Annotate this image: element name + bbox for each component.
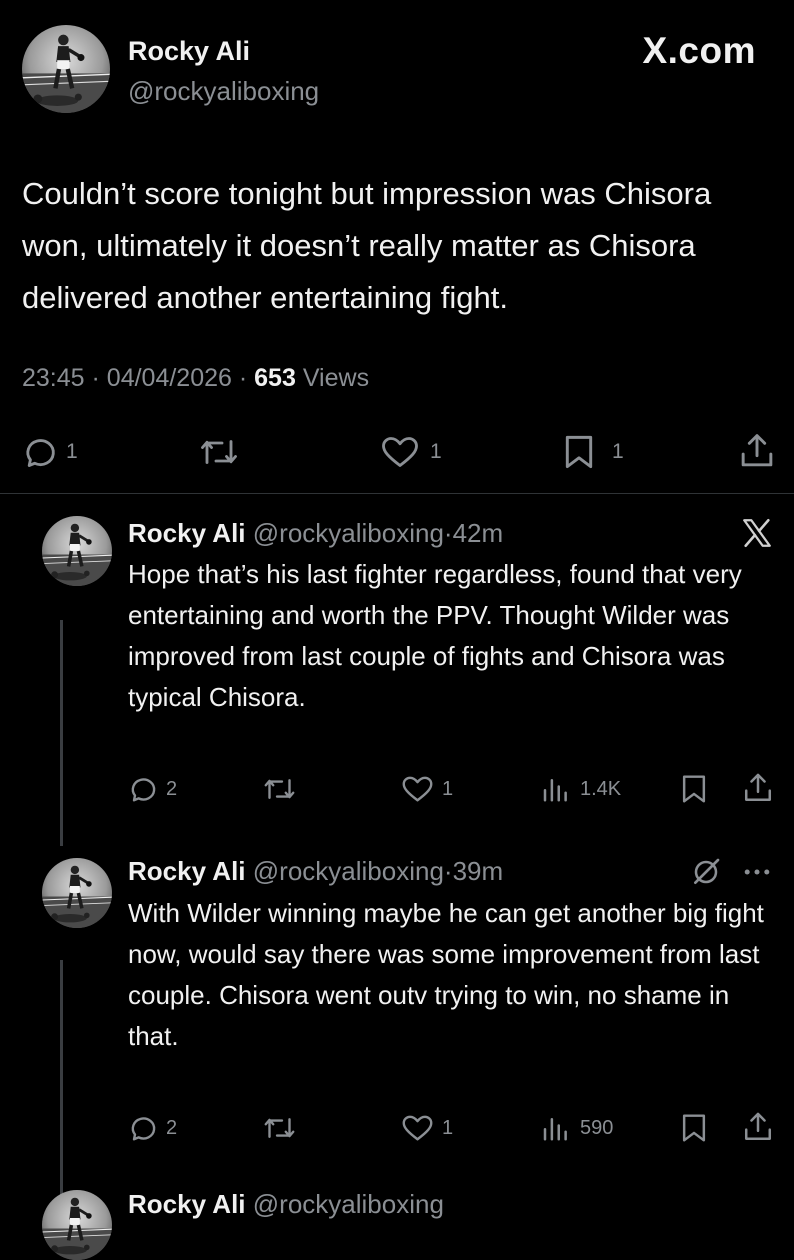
avatar[interactable] bbox=[42, 858, 112, 928]
views-count: 1.4K bbox=[580, 778, 622, 800]
thread-line bbox=[60, 620, 63, 846]
bookmark-icon bbox=[565, 435, 593, 469]
views-icon bbox=[543, 779, 567, 802]
bookmark-icon bbox=[682, 775, 706, 803]
tweet-date[interactable]: 04/04/2026 bbox=[107, 364, 232, 392]
divider bbox=[0, 493, 794, 494]
meta-separator: · bbox=[238, 364, 248, 392]
tweet-meta: 23:45 · 04/04/2026 · 653 Views bbox=[22, 364, 369, 393]
author-name[interactable]: Rocky Ali bbox=[128, 518, 246, 548]
reply-text: Hope that’s his last fighter regardless,… bbox=[128, 559, 742, 712]
x-logo-icon bbox=[743, 518, 771, 548]
repost-button[interactable] bbox=[262, 774, 297, 804]
reply-header: Rocky Ali @rockyaliboxing bbox=[128, 1189, 444, 1220]
share-icon bbox=[741, 434, 773, 467]
like-icon bbox=[382, 437, 418, 467]
header-separator: · bbox=[443, 856, 453, 886]
bookmark-count: 1 bbox=[612, 440, 624, 463]
reply-button[interactable] bbox=[128, 774, 158, 804]
reply-count: 2 bbox=[166, 1117, 178, 1139]
share-button[interactable] bbox=[738, 431, 776, 471]
share-button[interactable] bbox=[742, 1110, 774, 1144]
avatar[interactable] bbox=[42, 516, 112, 586]
x-logo-button[interactable] bbox=[740, 516, 774, 550]
avatar[interactable] bbox=[22, 25, 110, 113]
meta-separator: · bbox=[91, 364, 100, 392]
reply-text: With Wilder winning maybe he can get ano… bbox=[128, 898, 764, 1051]
bookmark-button[interactable] bbox=[680, 773, 708, 805]
share-button[interactable] bbox=[742, 771, 774, 805]
reply-header: Rocky Ali @rockyaliboxing·39m bbox=[128, 856, 503, 887]
grok-button[interactable] bbox=[690, 856, 722, 888]
bookmark-button[interactable] bbox=[562, 433, 596, 471]
like-count: 1 bbox=[430, 440, 442, 463]
header-separator: · bbox=[443, 518, 453, 548]
author-name[interactable]: Rocky Ali bbox=[128, 1189, 246, 1219]
bookmark-button[interactable] bbox=[680, 1112, 708, 1144]
views-icon bbox=[543, 1118, 567, 1141]
views-count: 590 bbox=[580, 1117, 614, 1139]
views-button[interactable] bbox=[540, 1113, 570, 1143]
like-button[interactable] bbox=[401, 1113, 434, 1143]
grok-icon bbox=[694, 858, 720, 884]
reply-count: 2 bbox=[166, 778, 178, 800]
more-button[interactable] bbox=[740, 858, 774, 886]
like-icon bbox=[402, 1115, 433, 1141]
tweet-text: Couldn’t score tonight but impression wa… bbox=[22, 176, 712, 315]
reply-icon bbox=[131, 778, 156, 802]
repost-icon bbox=[264, 1118, 295, 1138]
reply-header: Rocky Ali @rockyaliboxing·42m bbox=[128, 518, 503, 549]
author-handle[interactable]: @rockyaliboxing bbox=[253, 1189, 444, 1219]
repost-button[interactable] bbox=[198, 434, 240, 470]
thread-line bbox=[60, 960, 63, 1200]
more-icon bbox=[744, 869, 770, 875]
author-name[interactable]: Rocky Ali bbox=[128, 856, 246, 886]
repost-button[interactable] bbox=[262, 1113, 297, 1143]
repost-icon bbox=[264, 779, 295, 799]
author-handle[interactable]: @rockyaliboxing bbox=[128, 76, 319, 107]
author-handle[interactable]: @rockyaliboxing bbox=[253, 856, 444, 886]
like-button[interactable] bbox=[380, 434, 420, 470]
repost-icon bbox=[201, 440, 237, 464]
bookmark-icon bbox=[682, 1114, 706, 1142]
share-icon bbox=[744, 1112, 772, 1141]
avatar[interactable] bbox=[42, 1190, 112, 1260]
views-label: Views bbox=[302, 364, 370, 392]
like-count: 1 bbox=[442, 778, 454, 800]
views-button[interactable] bbox=[540, 774, 570, 804]
reply-button[interactable] bbox=[128, 1113, 158, 1143]
reply-age[interactable]: 39m bbox=[453, 856, 504, 886]
site-brand: X.com bbox=[642, 30, 756, 71]
reply-age[interactable]: 42m bbox=[453, 518, 504, 548]
reply-icon bbox=[26, 439, 55, 467]
like-icon bbox=[402, 776, 433, 802]
like-button[interactable] bbox=[401, 774, 434, 804]
reply-count: 1 bbox=[66, 440, 78, 463]
reply-icon bbox=[131, 1117, 156, 1141]
share-icon bbox=[744, 773, 772, 802]
views-count: 653 bbox=[254, 364, 296, 392]
like-count: 1 bbox=[442, 1117, 454, 1139]
author-name[interactable]: Rocky Ali bbox=[128, 36, 250, 67]
tweet-time[interactable]: 23:45 bbox=[22, 364, 85, 392]
reply-button[interactable] bbox=[22, 434, 58, 470]
author-handle[interactable]: @rockyaliboxing bbox=[253, 518, 444, 548]
